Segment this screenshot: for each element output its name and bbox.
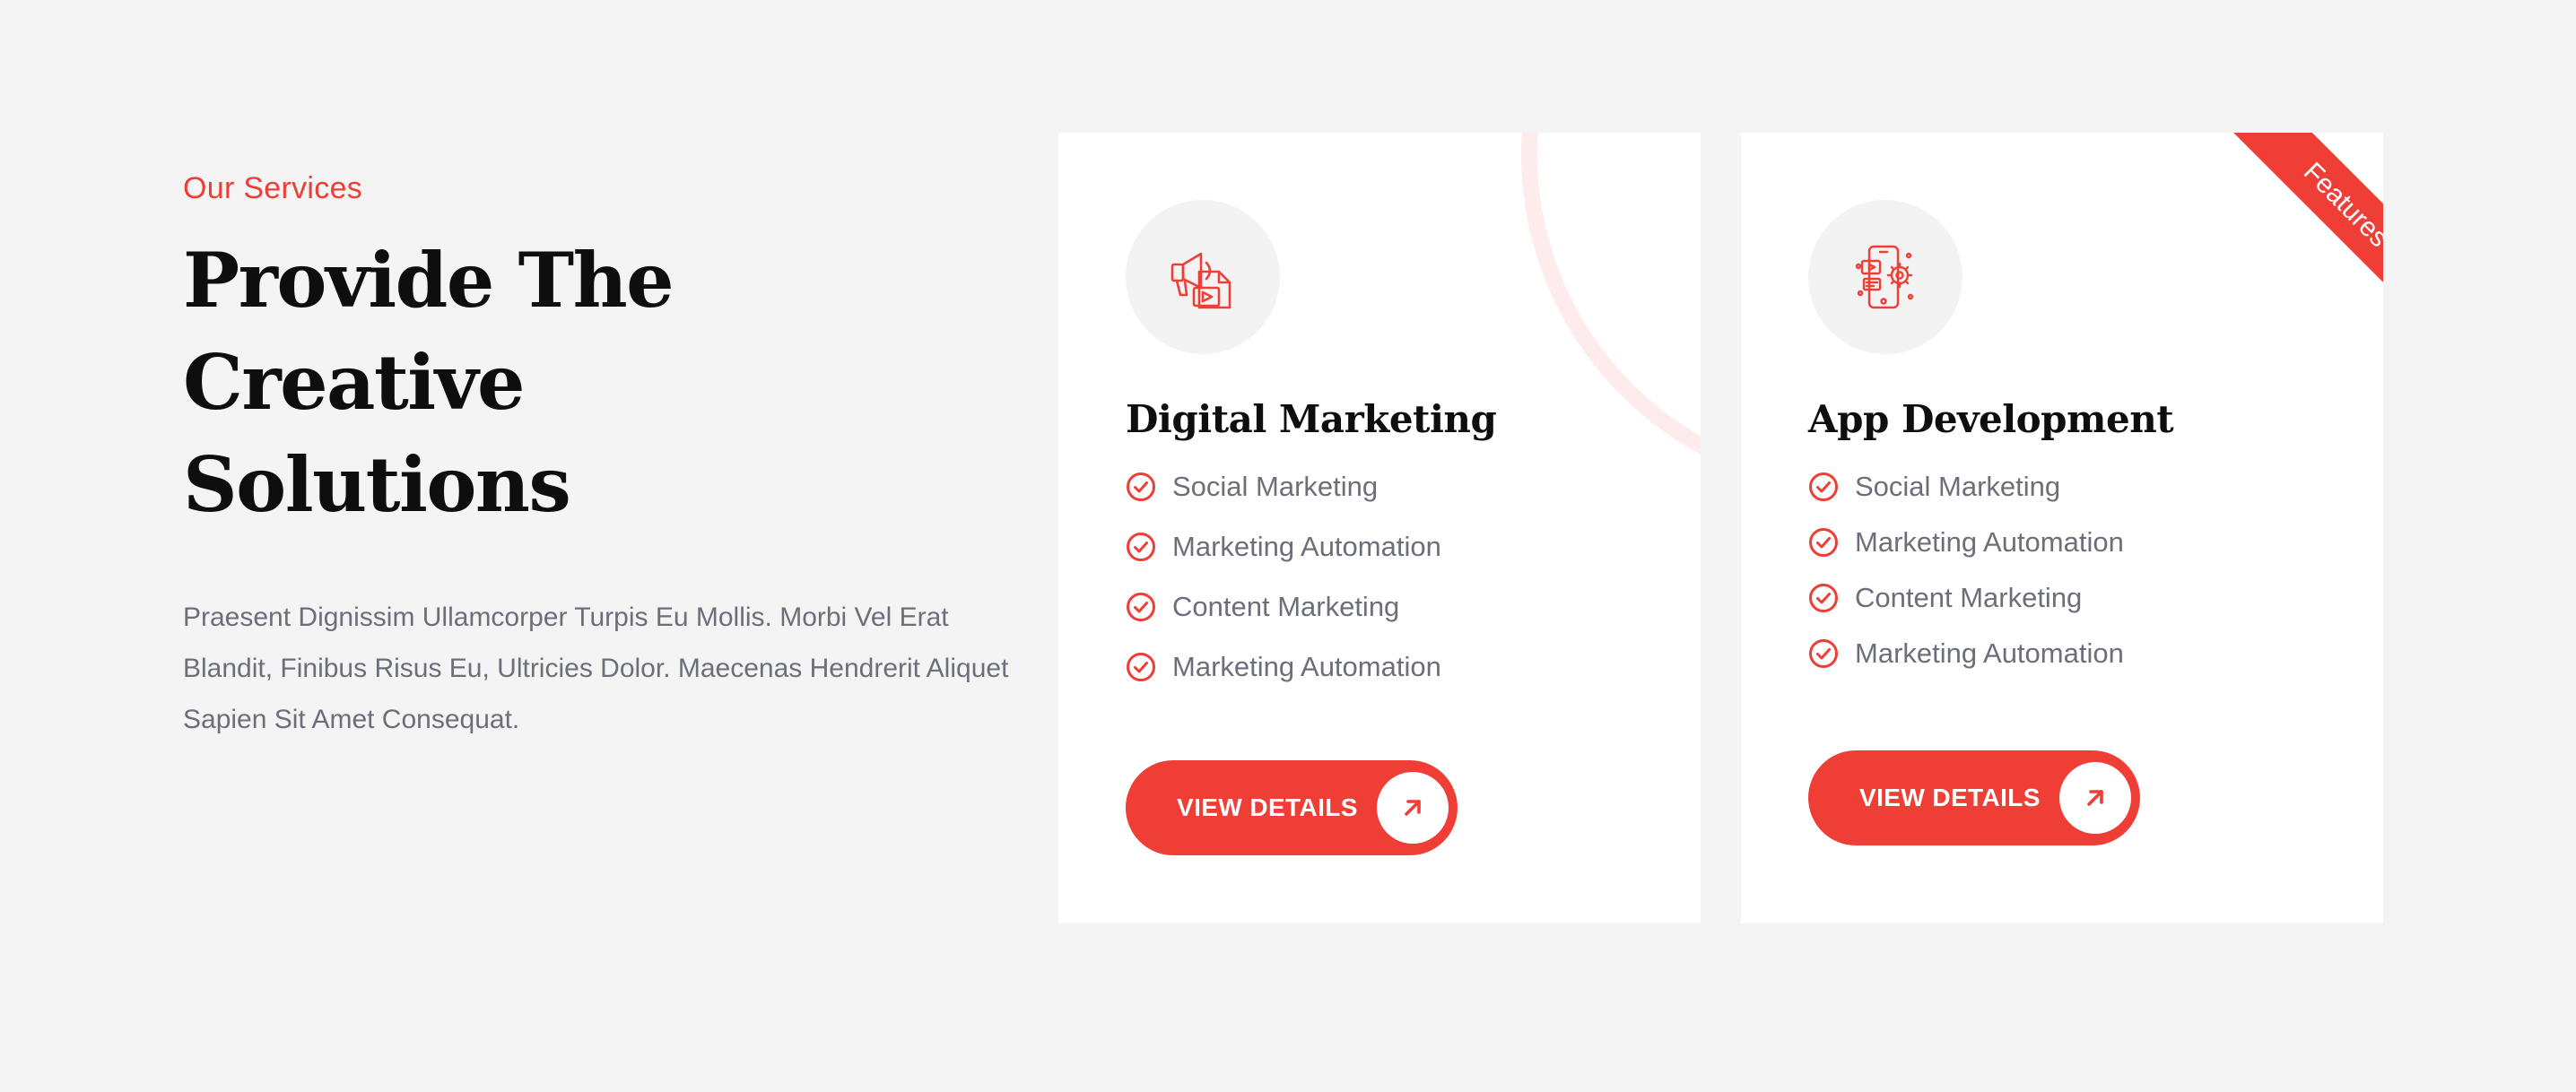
list-item: Marketing Automation: [1126, 646, 1441, 706]
card-title: Digital Marketing: [1126, 397, 1497, 441]
feature-list: Social Marketing Marketing Automation Co…: [1126, 466, 1441, 706]
feature-label: Marketing Automation: [1172, 651, 1441, 682]
service-card-digital-marketing: Digital Marketing Social Marketing Marke…: [1058, 133, 1701, 923]
service-icon-badge: [1808, 200, 1962, 354]
check-circle-icon: [1809, 528, 1838, 557]
feature-label: Content Marketing: [1172, 591, 1400, 622]
feature-label: Marketing Automation: [1172, 531, 1441, 562]
mobile-app-gear-icon: [1855, 245, 1914, 309]
list-item: Marketing Automation: [1808, 633, 2124, 689]
feature-label: Social Marketing: [1172, 471, 1379, 502]
list-item: Content Marketing: [1808, 577, 2124, 633]
button-arrow-badge: [2059, 762, 2131, 834]
services-section: Our Services Provide The Creative Soluti…: [0, 0, 2576, 1092]
check-circle-icon: [1809, 472, 1838, 501]
feature-list: Social Marketing Marketing Automation Co…: [1808, 466, 2124, 689]
service-card-app-development: Features App Development Social Marketin…: [1741, 133, 2383, 923]
feature-label: Content Marketing: [1855, 582, 2083, 613]
feature-label: Social Marketing: [1855, 471, 2061, 502]
list-item: Content Marketing: [1126, 586, 1441, 646]
heading-line-2: Solutions: [183, 440, 571, 529]
list-item: Marketing Automation: [1808, 522, 2124, 577]
arrow-up-right-icon: [2087, 790, 2103, 806]
button-label: VIEW DETAILS: [1859, 784, 2041, 811]
view-details-button[interactable]: VIEW DETAILS: [1126, 760, 1458, 855]
corner-ribbon: Features: [2204, 133, 2383, 312]
ribbon-label: Features: [2231, 133, 2383, 312]
service-icon-badge: [1126, 200, 1280, 354]
heading-line-1: Provide The Creative: [183, 236, 674, 427]
check-circle-icon: [1127, 653, 1155, 681]
section-heading: Provide The Creative Solutions: [183, 230, 1026, 536]
list-item: Marketing Automation: [1126, 526, 1441, 586]
list-item: Social Marketing: [1126, 466, 1441, 526]
list-item: Social Marketing: [1808, 466, 2124, 522]
button-label: VIEW DETAILS: [1177, 793, 1358, 821]
card-title: App Development: [1808, 397, 2174, 441]
feature-label: Marketing Automation: [1855, 526, 2124, 558]
feature-label: Marketing Automation: [1855, 637, 2124, 669]
arrow-up-right-icon: [1405, 800, 1421, 816]
check-circle-icon: [1809, 639, 1838, 668]
check-circle-icon: [1127, 533, 1155, 561]
services-intro: Our Services Provide The Creative Soluti…: [183, 169, 1026, 745]
view-details-button[interactable]: VIEW DETAILS: [1808, 750, 2140, 845]
decorative-ring: [1521, 133, 1701, 495]
check-circle-icon: [1127, 593, 1155, 621]
button-arrow-badge: [1377, 772, 1449, 844]
check-circle-icon: [1809, 584, 1838, 612]
check-circle-icon: [1127, 472, 1155, 501]
section-eyebrow: Our Services: [183, 171, 363, 205]
section-description: Praesent Dignissim Ullamcorper Turpis Eu…: [183, 602, 1009, 734]
megaphone-media-icon: [1171, 252, 1231, 309]
